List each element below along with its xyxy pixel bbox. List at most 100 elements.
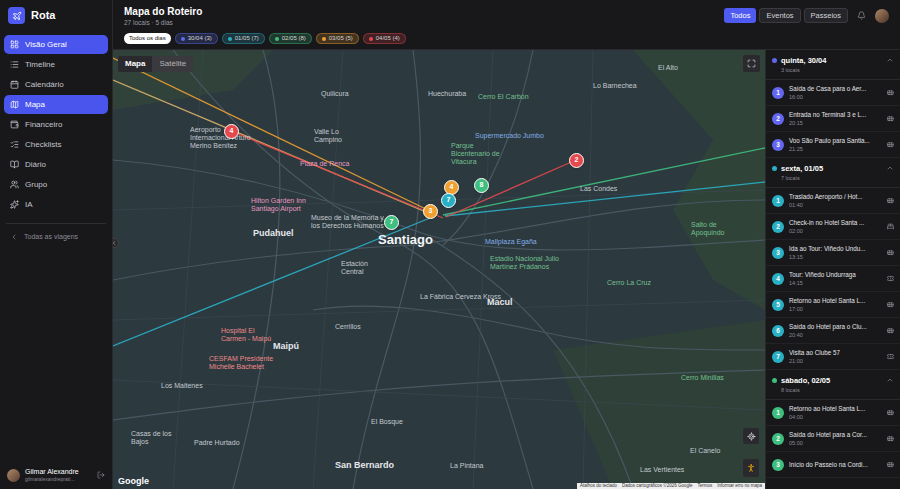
attribution-link[interactable]: Dados cartográficos ©2026 Google <box>622 483 692 489</box>
fullscreen-button[interactable] <box>743 55 760 72</box>
sidebar-item[interactable]: Timeline <box>4 55 108 74</box>
user-card[interactable]: Gilmar Alexandregilmaralexandreprati... <box>0 467 112 489</box>
google-logo: Google <box>118 475 149 489</box>
day-chip[interactable]: Todos os dias <box>124 33 171 44</box>
transport-icon <box>887 197 894 204</box>
item-title: Saída do Hotel para o Clu... <box>789 322 882 331</box>
item-title: Tour: Viñedo Undurraga <box>789 270 882 279</box>
map[interactable]: QuilicuraValle Lo CampinoHuechurabaLo Ba… <box>113 50 765 489</box>
itinerary-item[interactable]: 7Visita ao Clube 5721:00 <box>766 344 900 370</box>
map-marker[interactable]: 3 <box>423 204 438 219</box>
back-link[interactable]: Todas as viagens <box>0 232 112 243</box>
day-header[interactable]: sábado, 02/058 locais <box>766 370 900 400</box>
itinerary-item[interactable]: 2Saída do Hotel para a Cor...05:00 <box>766 426 900 452</box>
item-time: 14:15 <box>789 279 882 287</box>
transport-icon <box>887 115 894 122</box>
itinerary-item[interactable]: 3Voo São Paulo para Santia...21:25 <box>766 132 900 158</box>
chevron-up-icon[interactable] <box>886 376 894 384</box>
collapse-button[interactable] <box>113 238 119 248</box>
item-number: 2 <box>772 433 784 445</box>
map-label: CESFAM Presidente Michelle Bachelet <box>209 355 279 371</box>
main: Mapa do Roteiro27 locais · 5 diasTodosEv… <box>113 0 900 489</box>
route-line <box>446 160 576 217</box>
map-label: Las Vertientes <box>640 466 700 474</box>
type-filter-button[interactable]: Todos <box>724 8 756 23</box>
map-label: Supermercado Jumbo <box>475 132 545 140</box>
map-label: Parque Bicentenario de Vitacura <box>451 142 509 166</box>
sidebar-item[interactable]: Calendário <box>4 75 108 94</box>
nav-icon <box>10 200 19 209</box>
day-dot <box>228 37 232 41</box>
itinerary-item[interactable]: 3Ida ao Tour: Viñedo Undu...13:15 <box>766 240 900 266</box>
locate-button[interactable] <box>743 428 759 444</box>
user-email: gilmaralexandreprati... <box>25 476 79 483</box>
itinerary-item[interactable]: 5Retorno ao Hotel Santa L...17:00 <box>766 292 900 318</box>
itinerary-item[interactable]: 1Traslado Aeroporto / Hot...01:40 <box>766 188 900 214</box>
profile-avatar[interactable] <box>875 9 889 23</box>
itinerary-item[interactable]: 2Entrada no Terminal 3 e L...20:15 <box>766 106 900 132</box>
item-number: 7 <box>772 351 784 363</box>
user-name: Gilmar Alexandre <box>25 467 79 476</box>
day-chip[interactable]: 02/05 (8) <box>269 33 312 44</box>
itinerary-item[interactable]: 6Saída do Hotel para o Clu...20:40 <box>766 318 900 344</box>
type-filter-button[interactable]: Eventos <box>759 8 800 23</box>
route-line <box>445 182 765 216</box>
brand[interactable]: Rota <box>0 0 112 30</box>
attribution-link[interactable]: Atalhos do teclado <box>580 483 617 489</box>
nav-icon <box>10 120 19 129</box>
day-chip[interactable]: 03/05 (5) <box>316 33 359 44</box>
map-type-button[interactable]: Satélite <box>152 56 193 72</box>
item-number: 3 <box>772 139 784 151</box>
itinerary-item[interactable]: 4Tour: Viñedo Undurraga14:15 <box>766 266 900 292</box>
day-chip[interactable]: 30/04 (3) <box>175 33 218 44</box>
map-label: Pudahuel <box>253 228 303 238</box>
pegman-button[interactable] <box>743 459 759 477</box>
sidebar-item[interactable]: Mapa <box>4 95 108 114</box>
day-header[interactable]: quinta, 30/043 locais <box>766 50 900 80</box>
day-chip[interactable]: 01/05 (7) <box>222 33 265 44</box>
logout-icon[interactable] <box>97 471 105 479</box>
day-group: sexta, 01/057 locais1Traslado Aeroporto … <box>766 158 900 370</box>
sidebar-item[interactable]: Grupo <box>4 175 108 194</box>
map-type-button[interactable]: Mapa <box>118 56 152 72</box>
item-title: Ida ao Tour: Viñedo Undu... <box>789 244 882 253</box>
map-marker[interactable]: 4 <box>224 124 239 139</box>
sidebar-item[interactable]: Diário <box>4 155 108 174</box>
itinerary-item[interactable]: 3Início do Passeio na Cordi... <box>766 452 900 478</box>
item-time: 21:00 <box>789 357 882 365</box>
map-marker[interactable]: 7 <box>441 193 456 208</box>
map-marker[interactable]: 2 <box>569 153 584 168</box>
day-title: quinta, 30/04 <box>781 56 882 66</box>
map-label: Salto de Apoquindo <box>691 221 747 237</box>
chevron-up-icon[interactable] <box>886 164 894 172</box>
day-group: sábado, 02/058 locais1Retorno ao Hotel S… <box>766 370 900 478</box>
attribution-link[interactable]: Informar erro no mapa <box>717 483 762 489</box>
map-label: El Bosque <box>371 418 421 426</box>
map-label: Aeroporto Internacional Arturo Merino Be… <box>190 126 252 150</box>
sidebar-item[interactable]: Financeiro <box>4 115 108 134</box>
map-label: Mallplaza Egaña <box>485 238 545 246</box>
type-filter-button[interactable]: Passeios <box>804 8 848 23</box>
transport-icon <box>887 327 894 334</box>
day-chip[interactable]: 04/05 (4) <box>363 33 406 44</box>
map-label: Cerro La Cruz <box>607 279 663 287</box>
transport-icon <box>887 435 894 442</box>
sidebar-item[interactable]: Visão Geral <box>4 35 108 54</box>
route-line <box>443 148 765 215</box>
sidebar-nav: Visão GeralTimelineCalendárioMapaFinance… <box>0 35 112 214</box>
item-time: 16:00 <box>789 93 882 101</box>
bell-icon[interactable] <box>857 11 866 20</box>
sidebar-item[interactable]: IA <box>4 195 108 214</box>
item-number: 1 <box>772 87 784 99</box>
day-count: 7 locais <box>781 174 882 182</box>
itinerary-item[interactable]: 1Retorno ao Hotel Santa L...04:00 <box>766 400 900 426</box>
itinerary-item[interactable]: 1Saída de Casa para o Aer...16:00 <box>766 80 900 106</box>
attribution-link[interactable]: Termos <box>697 483 712 489</box>
itinerary-item[interactable]: 2Check-in no Hotel Santa ...02:00 <box>766 214 900 240</box>
sidebar-item[interactable]: Checklists <box>4 135 108 154</box>
map-marker[interactable]: 8 <box>474 178 489 193</box>
map-marker[interactable]: 7 <box>384 215 399 230</box>
chevron-up-icon[interactable] <box>886 56 894 64</box>
locate-icon <box>747 432 756 441</box>
day-header[interactable]: sexta, 01/057 locais <box>766 158 900 188</box>
